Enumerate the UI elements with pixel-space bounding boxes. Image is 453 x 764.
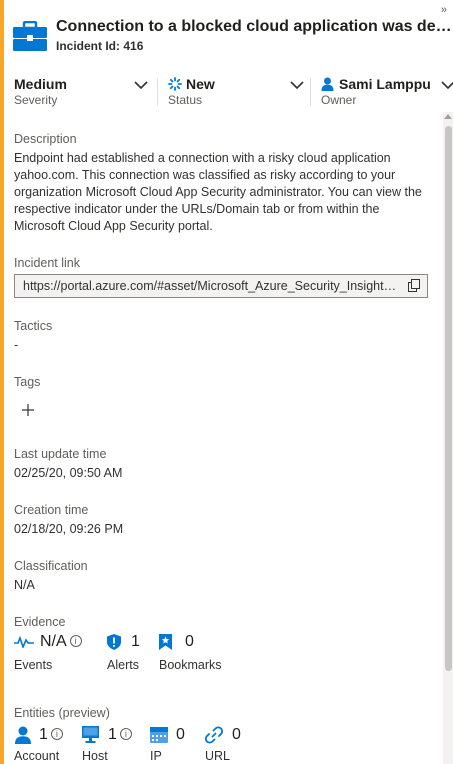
chevron-down-icon	[441, 81, 453, 90]
incident-title: Connection to a blocked cloud applicatio…	[56, 18, 453, 35]
info-icon[interactable]: i	[50, 728, 63, 740]
evidence-label: Evidence	[14, 615, 66, 629]
creation-time-label: Creation time	[14, 503, 89, 517]
chevron-down-icon	[134, 81, 148, 90]
owner-dropdown[interactable]: Sami Lamppu Owner	[321, 76, 453, 108]
owner-caption: Owner	[321, 93, 357, 107]
ip-value: 0	[176, 726, 185, 743]
description-text: Endpoint had established a connection wi…	[14, 151, 422, 233]
url-caption: URL	[205, 749, 231, 763]
incident-id-value: 416	[123, 39, 144, 53]
bookmarks-value: 0	[185, 633, 194, 650]
pulse-icon	[14, 636, 34, 648]
owner-value: Sami Lamppu	[339, 76, 431, 92]
briefcase-icon	[13, 21, 47, 51]
incident-header: Connection to a blocked cloud applicatio…	[4, 0, 453, 70]
loading-spinner-icon	[168, 77, 182, 91]
divider	[310, 78, 311, 106]
incident-link-label: Incident link	[14, 256, 81, 270]
scroll-up-icon[interactable]	[444, 114, 452, 119]
entities-label: Entities (preview)	[14, 706, 110, 720]
description-label: Description	[14, 132, 77, 146]
last-update-label: Last update time	[14, 447, 107, 461]
severity-dropdown[interactable]: Medium Severity	[14, 76, 154, 108]
bookmark-icon	[159, 634, 172, 650]
account-icon	[15, 726, 31, 744]
severity-accent-bar	[0, 0, 4, 764]
creation-time-value: 02/18/20, 09:26 PM	[14, 522, 124, 536]
link-icon	[205, 726, 223, 744]
account-value: 1	[39, 726, 48, 743]
severity-caption: Severity	[14, 93, 58, 107]
user-icon	[321, 77, 334, 91]
host-value: 1	[108, 726, 117, 743]
tags-label: Tags	[14, 375, 41, 389]
classification-label: Classification	[14, 559, 88, 573]
ip-caption: IP	[150, 749, 162, 763]
alerts-value: 1	[131, 633, 140, 650]
ip-network-icon	[150, 727, 168, 743]
incident-id-label: Incident Id:	[56, 39, 120, 53]
copy-icon[interactable]	[408, 279, 420, 292]
incident-link-field[interactable]: https://portal.azure.com/#asset/Microsof…	[14, 274, 428, 298]
events-value: N/A	[40, 633, 67, 650]
bookmarks-caption: Bookmarks	[159, 658, 222, 672]
incident-id: Incident Id: 416	[56, 39, 143, 53]
scrollbar-thumb[interactable]	[445, 126, 452, 671]
status-value: New	[186, 76, 215, 92]
host-caption: Host	[82, 749, 108, 763]
chevron-down-icon	[290, 81, 304, 90]
events-caption: Events	[14, 658, 53, 672]
vertical-scrollbar[interactable]	[443, 112, 453, 764]
shield-alert-icon	[107, 634, 121, 650]
tactics-value: -	[14, 338, 19, 352]
info-icon[interactable]: i	[69, 635, 82, 647]
status-dropdown[interactable]: New Status	[168, 76, 306, 108]
account-caption: Account	[14, 749, 60, 763]
status-caption: Status	[168, 93, 203, 107]
add-tag-plus-icon[interactable]	[21, 403, 35, 417]
tactics-label: Tactics	[14, 319, 53, 333]
classification-value: N/A	[14, 578, 35, 592]
alerts-caption: Alerts	[107, 658, 139, 672]
last-update-value: 02/25/20, 09:50 AM	[14, 466, 123, 480]
incident-selectors: Medium Severity New Status Sami Lamppu O…	[4, 70, 453, 112]
info-icon[interactable]: i	[119, 728, 132, 740]
severity-value: Medium	[14, 76, 67, 92]
divider	[157, 78, 158, 106]
expand-icon[interactable]: »	[441, 4, 447, 16]
host-computer-icon	[82, 726, 99, 743]
url-value: 0	[232, 726, 241, 743]
